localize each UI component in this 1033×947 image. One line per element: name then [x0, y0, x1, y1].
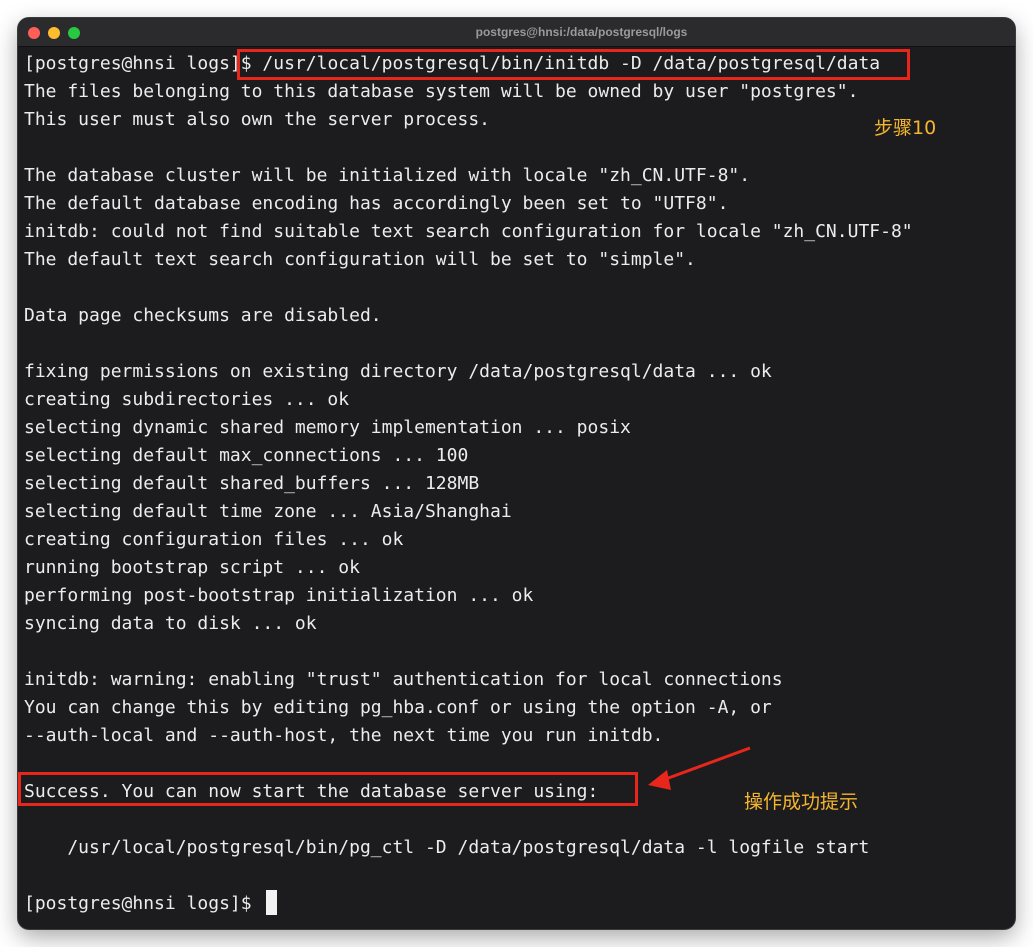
step-label: 步骤10: [874, 117, 937, 139]
terminal-window: postgres@hnsi:/data/postgresql/logs [pos…: [18, 18, 1015, 929]
text-cursor: [266, 890, 277, 915]
success-label: 操作成功提示: [744, 791, 859, 813]
arrow-icon: [648, 746, 751, 790]
